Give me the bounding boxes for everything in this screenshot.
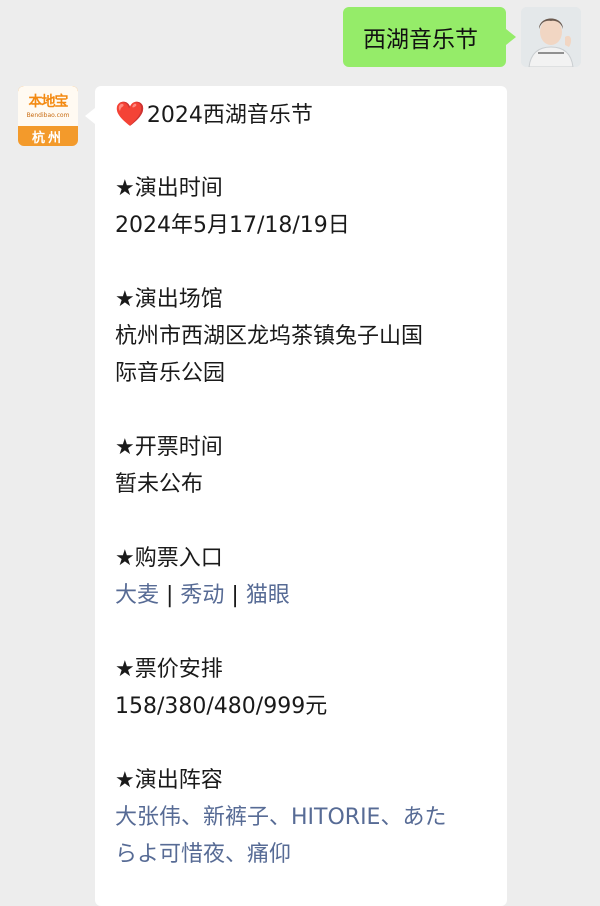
outgoing-message-text: 西湖音乐节 [363, 27, 478, 53]
avatar-logo-text: 本地宝 [28, 94, 69, 110]
link-separator: | [159, 583, 181, 608]
heart-icon: ❤️ [115, 100, 145, 128]
lineup-line-2[interactable]: らよ可惜夜、痛仰 [115, 836, 485, 873]
damai-link[interactable]: 大麦 [115, 583, 159, 608]
ticket-time-header: ★开票时间 [115, 435, 223, 460]
time-header: ★演出时间 [115, 176, 223, 201]
avatar-city-text: 杭州 [31, 131, 64, 146]
avatar-site-text: Bendibao.com [26, 112, 70, 119]
venue-header: ★演出场馆 [115, 287, 223, 312]
ticket-time-value: 暂未公布 [115, 472, 204, 497]
venue-line-2: 际音乐公园 [115, 361, 226, 386]
price-header: ★票价安排 [115, 657, 223, 682]
lineup-line-1[interactable]: 大张伟、新裤子、HITORIE、あた [115, 799, 485, 836]
xiudong-link[interactable]: 秀动 [180, 583, 224, 608]
outgoing-message-bubble[interactable]: 西湖音乐节 [343, 7, 516, 67]
user-avatar-image [521, 7, 581, 67]
link-separator: | [224, 583, 246, 608]
bendibao-avatar[interactable]: 本地宝 Bendibao.com 杭州 [18, 86, 78, 146]
user-avatar[interactable] [521, 7, 581, 67]
venue-line-1: 杭州市西湖区龙坞茶镇兔子山国 [115, 324, 424, 349]
incoming-message-content: ❤️2024西湖音乐节 ★演出时间 2024年5月17/18/19日 ★演出场馆… [115, 96, 485, 873]
maoyan-link[interactable]: 猫眼 [246, 583, 290, 608]
message-title-line: ❤️2024西湖音乐节 [115, 96, 485, 133]
event-title: 2024西湖音乐节 [146, 103, 313, 128]
time-value: 2024年5月17/18/19日 [115, 213, 350, 238]
lineup-header: ★演出阵容 [115, 768, 223, 793]
purchase-header: ★购票入口 [115, 546, 223, 571]
price-value: 158/380/480/999元 [115, 694, 328, 719]
purchase-links: 大麦 | 秀动 | 猫眼 [115, 577, 485, 614]
